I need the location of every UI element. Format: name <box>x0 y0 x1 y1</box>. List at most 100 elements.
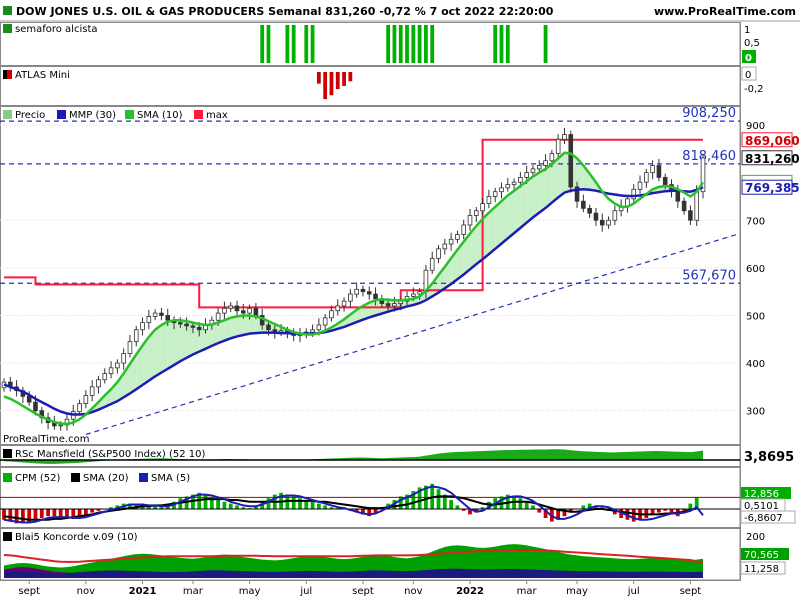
cpm-histo-bar <box>266 498 271 509</box>
candle-body <box>524 172 529 178</box>
candle-body <box>253 307 259 316</box>
atlas-legend-swatch-a <box>3 70 7 79</box>
cpm-histo-bar <box>203 494 208 509</box>
candle-body <box>543 160 548 166</box>
area-segment <box>218 320 225 344</box>
sma-legend-label: SMA (10) <box>137 110 183 121</box>
x-tick-label: jul <box>627 586 640 597</box>
koncorde-legend[interactable]: Blai5 Koncorde v.09 (10) <box>3 532 138 543</box>
candle-body <box>159 312 164 316</box>
price-tick-label: 400 <box>746 359 765 370</box>
chart-title: DOW JONES U.S. OIL & GAS PRODUCERS Seman… <box>16 5 554 18</box>
candle-body <box>448 238 454 245</box>
area-segment <box>243 315 250 335</box>
candle-body <box>215 312 221 321</box>
sma-line <box>3 151 705 426</box>
candle-body <box>354 288 359 295</box>
candle-body <box>637 181 643 190</box>
cpm-histo-bar <box>235 505 239 509</box>
price-tick-label: 500 <box>746 311 765 322</box>
site-url[interactable]: www.ProRealTime.com <box>654 5 796 18</box>
max-line-path <box>4 138 703 309</box>
cpm-histo-bar <box>537 509 542 513</box>
area-segment <box>488 206 496 255</box>
x-tick-label: mar <box>517 586 538 597</box>
area-segment <box>545 164 552 208</box>
precio-legend-label: Precio <box>15 110 45 121</box>
semaforo-signal-bar <box>304 25 309 63</box>
mansfield-current: 3,8695 <box>744 450 794 465</box>
candle-body <box>562 134 567 140</box>
area-segment <box>507 190 515 239</box>
candle-body <box>146 316 152 324</box>
price-legend[interactable]: Precio MMP (30) SMA (10) max <box>3 110 228 121</box>
cpm-histo-bar <box>222 501 227 509</box>
level-label: 908,250 <box>682 106 736 121</box>
moving-average-lines <box>3 151 705 426</box>
area-segment <box>155 324 162 377</box>
semaforo-signal-bar <box>285 25 290 63</box>
cpm-histo-bar <box>46 509 50 517</box>
area-segment <box>532 172 540 218</box>
cpm-legend[interactable]: CPM (52) SMA (20) SMA (5) <box>3 473 190 484</box>
atlas-legend[interactable]: ATLAS Mini <box>3 70 70 81</box>
price-tick-label: 700 <box>746 216 765 227</box>
cpm-histo-bar <box>39 509 44 518</box>
candle-body <box>492 191 498 197</box>
candle-body <box>606 219 611 226</box>
cpm-sma5-line <box>3 485 704 524</box>
semaforo-signal-bar <box>543 25 548 63</box>
chart-canvas: DOW JONES U.S. OIL & GAS PRODUCERS Seman… <box>0 0 800 597</box>
atlas-bar <box>342 72 346 86</box>
level-label: 818,460 <box>682 149 736 164</box>
candle-body <box>196 326 202 331</box>
candle-body <box>58 424 63 427</box>
mansfield-legend-label: RSc Mansfield (S&P500 Index) (52 10) <box>15 449 206 460</box>
koncorde-legend-swatch <box>3 532 12 541</box>
candle-body <box>656 165 662 178</box>
atlas-tick-neg02: -0,2 <box>744 84 764 95</box>
atlas-legend-label: ATLAS Mini <box>15 70 70 81</box>
candle-body <box>429 257 435 271</box>
atlas-bar <box>329 72 334 96</box>
semaforo-signal-bar <box>411 25 416 63</box>
candle-body <box>234 305 240 312</box>
candle-body <box>329 310 334 319</box>
cpm-histo-bar <box>216 500 220 509</box>
cpm-histo-bar <box>298 498 302 509</box>
candle-body <box>241 310 246 314</box>
candle-body <box>631 188 637 200</box>
koncorde-badge-b-text: 11,258 <box>744 564 779 575</box>
koncorde-legend-label: Blai5 Koncorde v.09 (10) <box>15 532 138 543</box>
cpm-badge-sma5-text: -6,8607 <box>744 513 783 524</box>
semaforo-signal-bar <box>417 25 422 63</box>
candle-body <box>108 367 114 374</box>
candle-body <box>83 395 89 404</box>
panel-frame-sem <box>0 22 741 66</box>
max-legend-label: max <box>206 110 228 121</box>
candle-body <box>385 303 391 307</box>
candle-body <box>675 191 681 202</box>
mansfield-legend[interactable]: RSc Mansfield (S&P500 Index) (52 10) <box>3 449 206 460</box>
cpm-badge-sma20-text: 0,5101 <box>744 501 779 512</box>
area-segment <box>224 317 231 341</box>
cpm-histo-bar <box>449 500 453 509</box>
candle-body <box>688 210 693 221</box>
price-badges: 869,060831,260779,587769,385 <box>741 132 800 195</box>
cpm-sma20-legend-swatch <box>71 473 80 482</box>
candle-body <box>581 200 586 209</box>
candle-body <box>555 138 561 155</box>
koncorde-tick-200: 200 <box>746 532 765 543</box>
candle-body <box>228 305 233 309</box>
candle-body <box>461 224 466 235</box>
semaforo-signal-bar <box>392 25 397 63</box>
candle-body <box>89 386 95 396</box>
mmp-legend-swatch <box>57 110 66 119</box>
candle-body <box>115 362 120 369</box>
atlas-bar <box>335 72 340 90</box>
area-segment <box>520 181 527 228</box>
semaforo-legend[interactable]: semaforo alcista <box>3 24 98 35</box>
candle-body <box>178 322 183 325</box>
cpm-sma20-legend-label: SMA (20) <box>83 473 129 484</box>
area-segment <box>174 320 181 365</box>
